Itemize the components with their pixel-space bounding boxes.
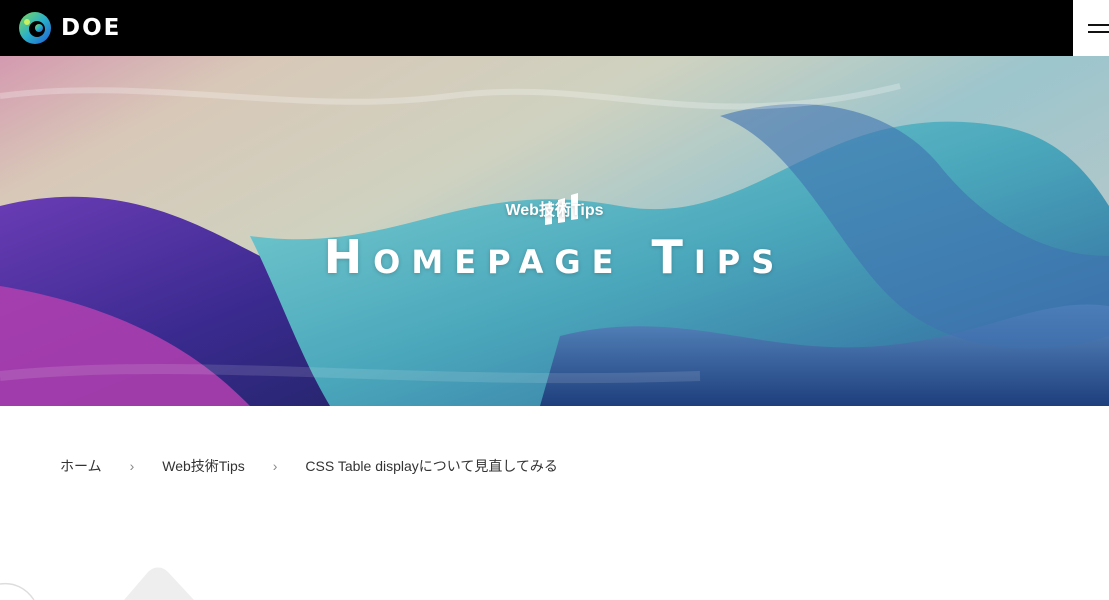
decorative-shapes — [0, 567, 194, 600]
breadcrumb-separator: › — [272, 458, 278, 474]
menu-button[interactable] — [1073, 0, 1109, 56]
breadcrumb: ホーム › Web技術Tips › CSS Table displayについて見… — [60, 456, 558, 476]
site-logo[interactable]: DOE — [18, 11, 121, 45]
breadcrumb-home-link[interactable]: ホーム — [60, 456, 102, 476]
breadcrumb-current-page: CSS Table displayについて見直してみる — [305, 458, 558, 474]
breadcrumb-category-link[interactable]: Web技術Tips — [162, 456, 244, 476]
doe-logo-icon — [19, 12, 51, 44]
breadcrumb-separator: › — [129, 458, 135, 474]
hero-title: Homepage Tips — [323, 230, 786, 284]
site-header: DOE — [0, 0, 1109, 56]
logo-text: DOE — [61, 15, 122, 41]
hero-subtitle: Web技術Tips — [505, 202, 604, 219]
hero-banner: Web技術Tips Homepage Tips — [0, 56, 1109, 406]
